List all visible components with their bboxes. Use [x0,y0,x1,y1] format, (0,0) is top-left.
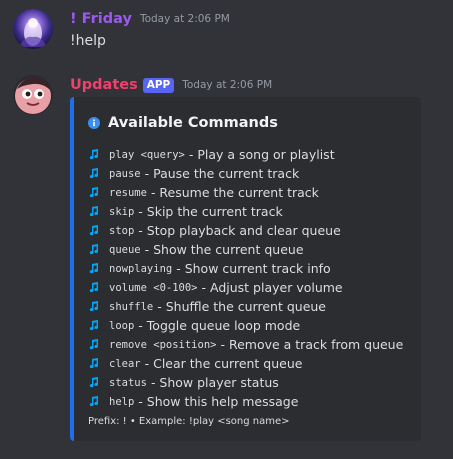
username-friday[interactable]: ! Friday [70,11,132,27]
command-description: - Show player status [150,375,279,390]
command-item: queue - Show the current queue [88,240,403,259]
command-description: - Toggle queue loop mode [138,318,301,333]
command-code: help [109,395,135,408]
command-description: - Show this help message [138,394,299,409]
command-code: remove <position> [109,338,217,351]
avatar-updates[interactable] [13,75,53,115]
command-description: - Show current track info [176,261,331,276]
command-code: play <query> [109,148,185,161]
command-item: status - Show player status [88,373,403,392]
music-note-icon [89,358,98,369]
music-note-icon [89,149,98,160]
embed-accent-bar [70,97,74,441]
command-description: - Remove a track from queue [220,337,404,352]
music-note-icon [89,206,98,217]
command-item: skip - Skip the current track [88,202,403,221]
music-note-icon [89,339,98,350]
command-item: shuffle - Shuffle the current queue [88,297,403,316]
command-code: loop [109,319,135,332]
music-note-icon [89,225,98,236]
message-text: !help [70,33,106,49]
command-code: status [109,376,147,389]
info-icon [88,117,100,129]
command-item: play <query> - Play a song or playlist [88,145,403,164]
command-description: - Skip the current track [138,204,283,219]
command-description: - Shuffle the current queue [157,299,326,314]
command-item: pause - Pause the current track [88,164,403,183]
command-code: clear [109,357,141,370]
music-note-icon [89,301,98,312]
command-item: resume - Resume the current track [88,183,403,202]
command-item: nowplaying - Show current track info [88,259,403,278]
command-code: resume [109,186,147,199]
command-code: shuffle [109,300,154,313]
command-description: - Stop playback and clear queue [138,223,341,238]
app-badge: APP [142,77,175,93]
music-note-icon [89,263,98,274]
music-note-icon [89,244,98,255]
music-note-icon [89,320,98,331]
command-item: loop - Toggle queue loop mode [88,316,403,335]
command-code: queue [109,243,141,256]
timestamp[interactable]: Today at 2:06 PM [182,79,272,91]
command-description: - Pause the current track [144,166,300,181]
command-item: stop - Stop playback and clear queue [88,221,403,240]
command-item: volume <0-100> - Adjust player volume [88,278,403,297]
music-note-icon [89,377,98,388]
command-description: - Clear the current queue [144,356,303,371]
help-embed: Available Commands play <query> - Play a … [70,97,421,441]
command-description: - Show the current queue [144,242,304,257]
music-note-icon [89,282,98,293]
command-code: nowplaying [109,262,173,275]
command-description: - Adjust player volume [201,280,343,295]
command-code: skip [109,205,135,218]
command-description: - Resume the current track [150,185,319,200]
music-note-icon [89,187,98,198]
command-code: stop [109,224,135,237]
username-updates[interactable]: Updates [70,77,138,93]
timestamp[interactable]: Today at 2:06 PM [140,13,230,25]
command-code: pause [109,167,141,180]
embed-title-text: Available Commands [108,115,278,131]
music-note-icon [89,168,98,179]
command-code: volume <0-100> [109,281,198,294]
command-item: clear - Clear the current queue [88,354,403,373]
embed-footer: Prefix: ! • Example: !play <song name> [88,416,290,427]
command-item: help - Show this help message [88,392,403,411]
embed-title: Available Commands [88,115,278,131]
command-list: play <query> - Play a song or playlist pau… [88,145,403,411]
avatar-friday[interactable] [13,9,53,49]
command-item: remove <position> - Remove a track from q… [88,335,403,354]
command-description: - Play a song or playlist [188,147,335,162]
music-note-icon [89,396,98,407]
